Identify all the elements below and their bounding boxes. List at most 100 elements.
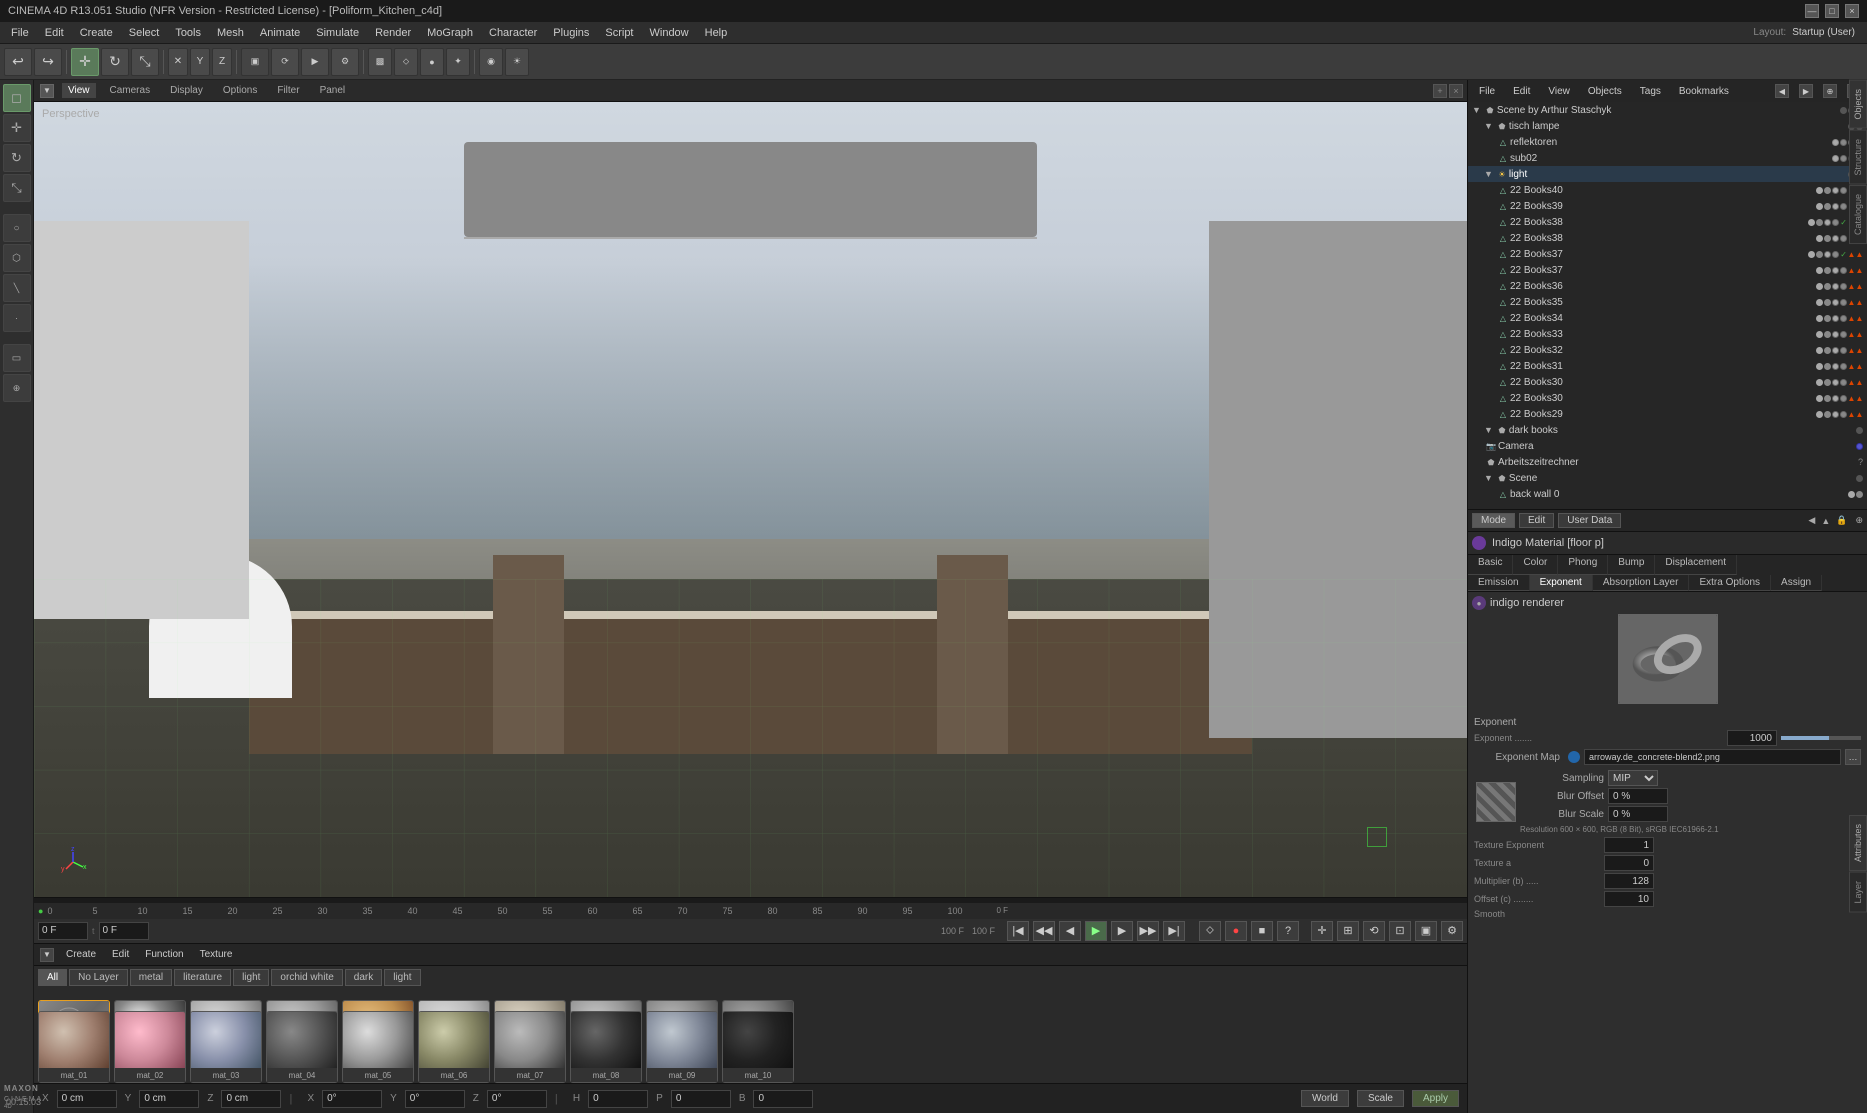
viewport-tab-panel[interactable]: Panel: [314, 83, 352, 98]
start-frame-input[interactable]: [99, 922, 149, 940]
attr-search-btn[interactable]: ⊕: [1855, 515, 1863, 526]
render-to-po[interactable]: Y: [190, 48, 210, 76]
texture-a-input[interactable]: [1604, 855, 1654, 871]
viewport-tab-filter[interactable]: Filter: [271, 83, 305, 98]
attr-lock-btn[interactable]: 🔒: [1836, 515, 1847, 526]
material-extra-10[interactable]: mat_10: [722, 1011, 794, 1083]
floor-tool[interactable]: ▭: [3, 344, 31, 372]
objects-menu-bookmarks[interactable]: Bookmarks: [1674, 84, 1734, 99]
objects-collapse-btn[interactable]: ◀: [1775, 84, 1789, 98]
tree-expand-tisch[interactable]: ▼: [1484, 121, 1493, 131]
attr-edit-btn[interactable]: Edit: [1519, 513, 1554, 528]
objects-zoom-btn[interactable]: ⊕: [1823, 84, 1837, 98]
blur-offset-input[interactable]: [1608, 788, 1668, 804]
tree-expand-light[interactable]: ▼: [1484, 169, 1493, 179]
edge-mode[interactable]: ╲: [3, 274, 31, 302]
material-tab-basic[interactable]: Basic: [1468, 555, 1513, 575]
tree-books40[interactable]: △ 22 Books40 ▲ ▲: [1468, 182, 1867, 198]
tree-dark-books[interactable]: ▼ ⬟ dark books: [1468, 422, 1867, 438]
menu-edit[interactable]: Edit: [38, 25, 71, 41]
exponent-slider[interactable]: [1781, 736, 1861, 740]
sidebar-tab-attributes[interactable]: Attributes: [1849, 815, 1867, 871]
material-extra-4[interactable]: mat_04: [266, 1011, 338, 1083]
material-tab-color[interactable]: Color: [1513, 555, 1558, 575]
attr-userdata-btn[interactable]: User Data: [1558, 513, 1621, 528]
tree-books35[interactable]: △ 22 Books35 ▲ ▲: [1468, 294, 1867, 310]
tree-arbzeit[interactable]: ⬟ Arbeitszeitrechner ?: [1468, 454, 1867, 470]
scale-tool-left[interactable]: ⤡: [3, 174, 31, 202]
menu-file[interactable]: File: [4, 25, 36, 41]
coord-ry-input[interactable]: [405, 1090, 465, 1108]
tree-sub02[interactable]: △ sub02: [1468, 150, 1867, 166]
shelf-collapse-btn[interactable]: ▼: [40, 948, 54, 962]
loop-btn[interactable]: ?: [1277, 921, 1299, 941]
render-z[interactable]: Z: [212, 48, 232, 76]
shelf-menu-create[interactable]: Create: [62, 947, 100, 962]
rotate-tool-left[interactable]: ↻: [3, 144, 31, 172]
point-mode[interactable]: ·: [3, 304, 31, 332]
apply-button[interactable]: Apply: [1412, 1090, 1459, 1107]
coord-p-input[interactable]: [671, 1090, 731, 1108]
render-pic[interactable]: ▣: [241, 48, 269, 76]
material-tab-emission[interactable]: Emission: [1468, 575, 1530, 591]
tree-light[interactable]: ▼ ☀ light: [1468, 166, 1867, 182]
transform-btn[interactable]: ✛: [1311, 921, 1333, 941]
objects-menu-view[interactable]: View: [1543, 84, 1575, 99]
current-frame-input[interactable]: [38, 922, 88, 940]
redo-button[interactable]: ↪: [34, 48, 62, 76]
play-btn[interactable]: ▶: [1085, 921, 1107, 941]
minimize-button[interactable]: —: [1805, 4, 1819, 18]
shelf-tab-dark[interactable]: dark: [345, 969, 382, 986]
scale-tool[interactable]: ⤡: [131, 48, 159, 76]
menu-create[interactable]: Create: [73, 25, 120, 41]
material-extra-7[interactable]: mat_07: [494, 1011, 566, 1083]
coord-h-input[interactable]: [588, 1090, 648, 1108]
shelf-tab-light2[interactable]: light: [384, 969, 420, 986]
coord-rx-input[interactable]: [322, 1090, 382, 1108]
keyframe-btn[interactable]: ⬦: [1199, 921, 1221, 941]
material-tab-bump[interactable]: Bump: [1608, 555, 1655, 575]
shelf-menu-function[interactable]: Function: [141, 947, 187, 962]
light-btn[interactable]: ☀: [505, 48, 529, 76]
menu-tools[interactable]: Tools: [168, 25, 208, 41]
move-tool-left[interactable]: ✛: [3, 114, 31, 142]
tree-expand-scene-inner[interactable]: ▼: [1484, 473, 1493, 483]
menu-character[interactable]: Character: [482, 25, 544, 41]
tree-books30b[interactable]: △ 22 Books30 ▲ ▲: [1468, 390, 1867, 406]
material-extra-3[interactable]: mat_03: [190, 1011, 262, 1083]
tree-scene-root[interactable]: ▼ ⬟ Scene by Arthur Staschyk: [1468, 102, 1867, 118]
sidebar-tab-layer[interactable]: Layer: [1849, 872, 1867, 913]
tree-books39[interactable]: △ 22 Books39 ▲ ▲: [1468, 198, 1867, 214]
coord-rz-input[interactable]: [487, 1090, 547, 1108]
knife-tool[interactable]: ✦: [446, 48, 470, 76]
next-key-btn[interactable]: ▶: [1111, 921, 1133, 941]
tree-camera[interactable]: 📷 Camera: [1468, 438, 1867, 454]
tree-expand-scene[interactable]: ▼: [1472, 105, 1481, 115]
exponent-map-input[interactable]: [1584, 749, 1841, 765]
objects-menu-objects[interactable]: Objects: [1583, 84, 1627, 99]
render-viewer[interactable]: ▶: [301, 48, 329, 76]
material-tab-absorption[interactable]: Absorption Layer: [1593, 575, 1690, 591]
offset-input[interactable]: [1604, 891, 1654, 907]
material-tab-displacement[interactable]: Displacement: [1655, 555, 1737, 575]
tree-books31[interactable]: △ 22 Books31 ▲ ▲: [1468, 358, 1867, 374]
tree-books37a[interactable]: △ 22 Books37 ✓ ▲ ▲: [1468, 246, 1867, 262]
attr-mode-btn[interactable]: Mode: [1472, 513, 1515, 528]
maximize-button[interactable]: □: [1825, 4, 1839, 18]
close-button[interactable]: ×: [1845, 4, 1859, 18]
viewport-expand-btn[interactable]: +: [1433, 84, 1447, 98]
world-button[interactable]: World: [1301, 1090, 1349, 1107]
menu-plugins[interactable]: Plugins: [546, 25, 596, 41]
blur-scale-input[interactable]: [1608, 806, 1668, 822]
tree-books30a[interactable]: △ 22 Books30 ▲ ▲: [1468, 374, 1867, 390]
material-extra-5[interactable]: mat_05: [342, 1011, 414, 1083]
menu-window[interactable]: Window: [643, 25, 696, 41]
objects-menu-edit[interactable]: Edit: [1508, 84, 1535, 99]
shelf-menu-edit[interactable]: Edit: [108, 947, 133, 962]
sidebar-tab-catalogue[interactable]: Catalogue: [1849, 185, 1867, 244]
viewport-tab-display[interactable]: Display: [164, 83, 209, 98]
sidebar-tab-objects[interactable]: Objects: [1849, 80, 1867, 129]
material-tab-assign[interactable]: Assign: [1771, 575, 1822, 591]
sampling-select[interactable]: MIP None: [1608, 770, 1658, 786]
exponent-value-input[interactable]: [1727, 730, 1777, 746]
